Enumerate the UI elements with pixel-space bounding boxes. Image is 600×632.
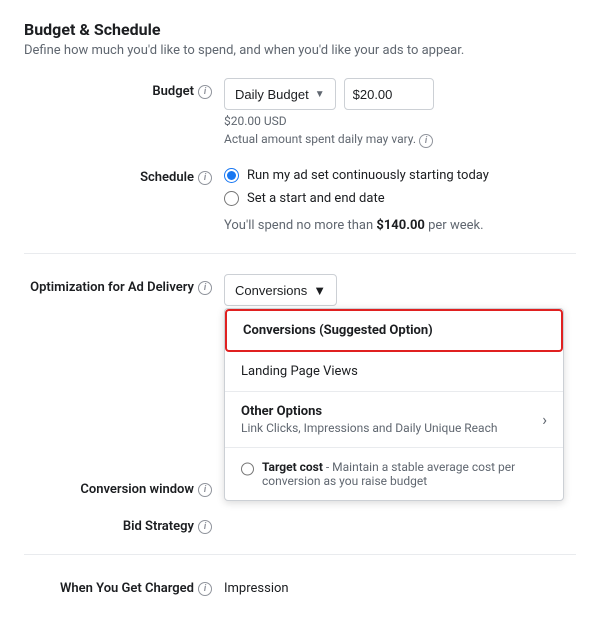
when-charged-row: When You Get Charged i Impression <box>24 575 576 596</box>
when-charged-info-icon[interactable]: i <box>198 582 212 596</box>
bid-strategy-row: Bid Strategy i <box>24 513 576 534</box>
spend-note: You'll spend no more than $140.00 per we… <box>224 218 576 233</box>
budget-label: Budget i <box>24 78 224 99</box>
section-divider <box>24 253 576 254</box>
spend-amount: $140.00 <box>376 218 425 233</box>
optimization-row: Optimization for Ad Delivery i Conversio… <box>24 274 576 306</box>
budget-info-icon[interactable]: i <box>198 85 212 99</box>
optimization-dropdown-btn[interactable]: Conversions ▼ <box>224 274 337 306</box>
schedule-info-icon[interactable]: i <box>198 171 212 185</box>
schedule-option2[interactable]: Set a start and end date <box>224 191 576 206</box>
schedule-radio2[interactable] <box>224 191 239 206</box>
optimization-info-icon[interactable]: i <box>198 281 212 295</box>
optimization-dropdown-menu: Conversions (Suggested Option) Landing P… <box>224 308 564 501</box>
budget-controls: Daily Budget ▼ <box>224 78 576 110</box>
budget-type-dropdown[interactable]: Daily Budget ▼ <box>224 78 336 110</box>
dropdown-item-conversions[interactable]: Conversions (Suggested Option) <box>225 309 563 352</box>
when-charged-value: Impression <box>224 575 576 596</box>
optimization-label: Optimization for Ad Delivery i <box>24 274 224 295</box>
schedule-radio1[interactable] <box>224 168 239 183</box>
budget-amount-input[interactable] <box>344 78 434 110</box>
other-options-chevron: › <box>542 410 547 429</box>
dropdown-item-landing-page[interactable]: Landing Page Views <box>225 352 563 392</box>
budget-dropdown-caret: ▼ <box>315 89 325 100</box>
optimization-content: Conversions ▼ Conversions (Suggested Opt… <box>224 274 576 306</box>
target-cost-text: Target cost - Maintain a stable average … <box>262 460 547 488</box>
conversion-window-info-icon[interactable]: i <box>198 483 212 497</box>
schedule-content: Run my ad set continuously starting toda… <box>224 164 576 233</box>
budget-content: Daily Budget ▼ $20.00 USD Actual amount … <box>224 78 576 148</box>
budget-row: Budget i Daily Budget ▼ $20.00 USD Actua… <box>24 78 576 148</box>
dropdown-item-other-options[interactable]: Other Options Link Clicks, Impressions a… <box>225 392 563 448</box>
conversion-window-label: Conversion window i <box>24 476 224 497</box>
target-cost-radio[interactable] <box>241 462 254 476</box>
when-charged-label: When You Get Charged i <box>24 575 224 596</box>
optimization-dropdown-container: Conversions ▼ Conversions (Suggested Opt… <box>224 274 337 306</box>
page-subtitle: Define how much you'd like to spend, and… <box>24 43 576 58</box>
when-charged-content: Impression <box>224 575 576 596</box>
schedule-radio-group: Run my ad set continuously starting toda… <box>224 164 576 206</box>
main-card: Budget & Schedule Define how much you'd … <box>0 0 600 632</box>
schedule-option1[interactable]: Run my ad set continuously starting toda… <box>224 168 576 183</box>
actual-amount-note: Actual amount spent daily may vary. i <box>224 132 576 148</box>
schedule-row: Schedule i Run my ad set continuously st… <box>24 164 576 233</box>
budget-usd-note: $20.00 USD <box>224 114 576 128</box>
schedule-label: Schedule i <box>24 164 224 185</box>
bid-strategy-label: Bid Strategy i <box>24 513 224 534</box>
optimization-dropdown-caret: ▼ <box>313 283 326 298</box>
page-title: Budget & Schedule <box>24 20 576 39</box>
bottom-divider <box>24 554 576 555</box>
other-options-text: Other Options Link Clicks, Impressions a… <box>241 404 497 435</box>
bid-strategy-info-icon[interactable]: i <box>198 520 212 534</box>
actual-note-info-icon[interactable]: i <box>419 134 433 148</box>
dropdown-item-target-cost[interactable]: Target cost - Maintain a stable average … <box>225 448 563 500</box>
